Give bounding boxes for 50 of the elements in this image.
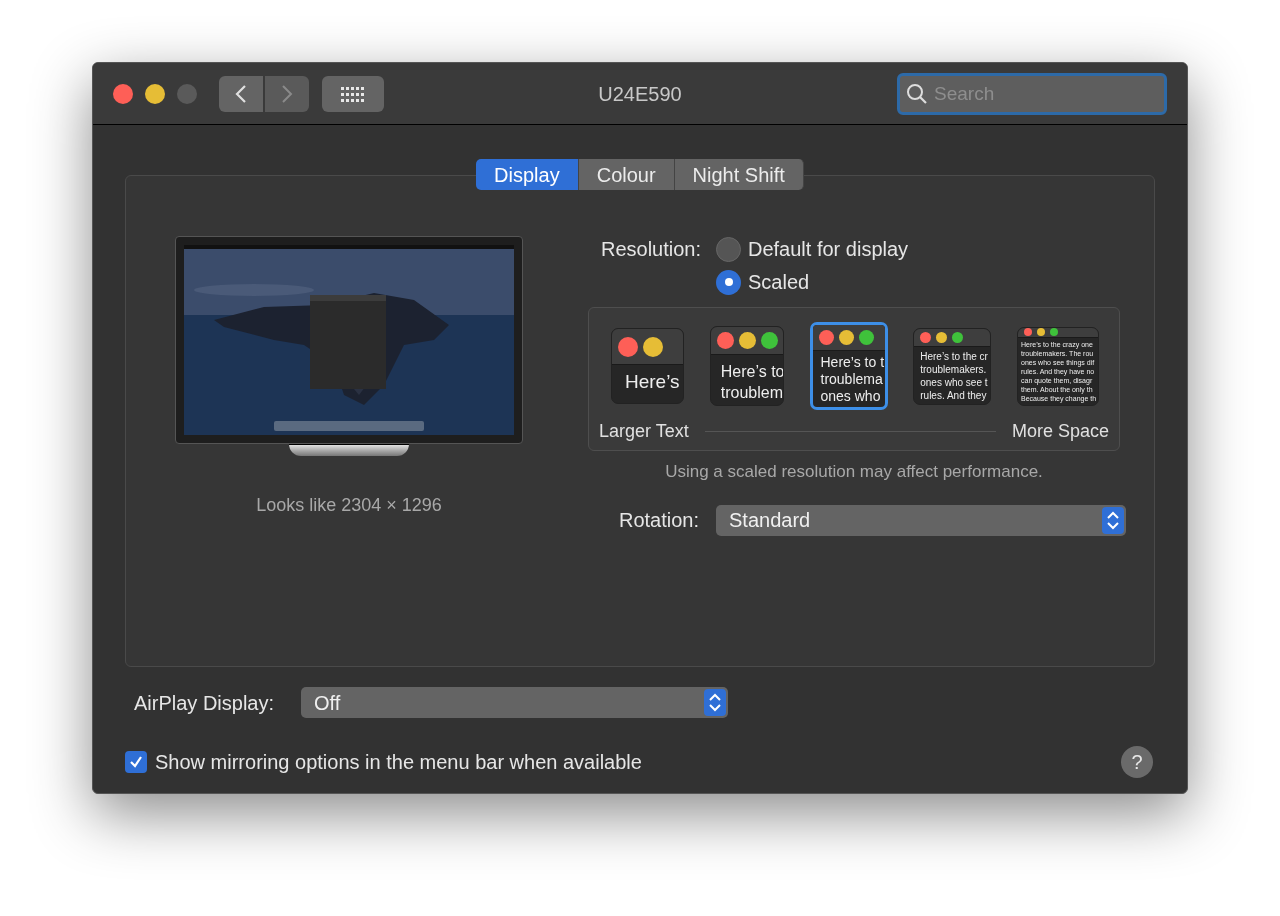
airplay-popup[interactable]: Off bbox=[301, 687, 728, 718]
scale-option[interactable]: Here’s to the cr troublemakers. ones who see t rules. And they bbox=[913, 327, 992, 405]
mirroring-label: Show mirroring options in the menu bar when available bbox=[155, 750, 642, 775]
scale-option[interactable]: Here’s to t troublema ones who bbox=[809, 322, 888, 410]
minimize-button[interactable] bbox=[145, 83, 165, 104]
preview-text: troublemakers. bbox=[920, 362, 987, 376]
preview-text: Here’s bbox=[625, 371, 680, 393]
radio-label: Scaled bbox=[748, 270, 810, 295]
checkmark-icon bbox=[129, 755, 143, 769]
radio-button[interactable] bbox=[716, 269, 741, 295]
scale-min-label: Larger Text bbox=[599, 420, 689, 443]
window-bar-icon bbox=[1018, 327, 1098, 338]
resolution-caption: Looks like 2304 × 1296 bbox=[256, 494, 442, 517]
window-bar-icon bbox=[710, 327, 783, 355]
radio-button[interactable] bbox=[716, 236, 741, 262]
tab[interactable]: Colour bbox=[578, 159, 675, 190]
close-button[interactable] bbox=[113, 83, 133, 104]
show-all-button[interactable] bbox=[322, 75, 384, 112]
preview-text: ones who see t bbox=[920, 375, 988, 389]
stepper-arrows-icon bbox=[1102, 506, 1124, 534]
preview-text: rules. And they bbox=[920, 388, 987, 402]
chevron-right-icon bbox=[281, 83, 293, 104]
rotation-popup[interactable]: Standard bbox=[716, 504, 1126, 536]
resolution-label: Resolution: bbox=[599, 237, 702, 262]
help-button[interactable]: ? bbox=[1121, 746, 1153, 778]
checkbox[interactable] bbox=[125, 751, 147, 773]
popup-value: Off bbox=[314, 690, 342, 716]
search-icon bbox=[906, 82, 928, 105]
window-bar-icon bbox=[812, 325, 885, 351]
radio-label: Default for display bbox=[748, 237, 909, 262]
preview-text: troublema bbox=[820, 371, 883, 388]
scale-option[interactable]: Here’s bbox=[611, 328, 684, 404]
preview-text: troublem bbox=[720, 383, 783, 403]
tab[interactable]: Display bbox=[476, 159, 579, 190]
scale-max-label: More Space bbox=[1011, 420, 1109, 443]
back-button[interactable] bbox=[219, 75, 263, 112]
performance-note: Using a scaled resolution may affect performance. bbox=[664, 461, 1044, 483]
grid-icon bbox=[340, 84, 366, 103]
stepper-arrows-icon bbox=[704, 689, 726, 716]
preview-text: ones who bbox=[820, 388, 881, 405]
window-title: U24E590 bbox=[598, 81, 682, 107]
tab[interactable]: Night Shift bbox=[674, 159, 804, 190]
chevron-left-icon bbox=[235, 83, 247, 104]
preview-text: Here’s to the cr bbox=[920, 349, 988, 363]
airplay-label: AirPlay Display: bbox=[134, 690, 276, 716]
rotation-label: Rotation: bbox=[617, 508, 700, 533]
window-bar-icon bbox=[612, 329, 683, 365]
preview-text: Here’s to t bbox=[820, 354, 885, 371]
popup-value: Standard bbox=[729, 508, 812, 533]
window-bar-icon bbox=[914, 328, 991, 347]
